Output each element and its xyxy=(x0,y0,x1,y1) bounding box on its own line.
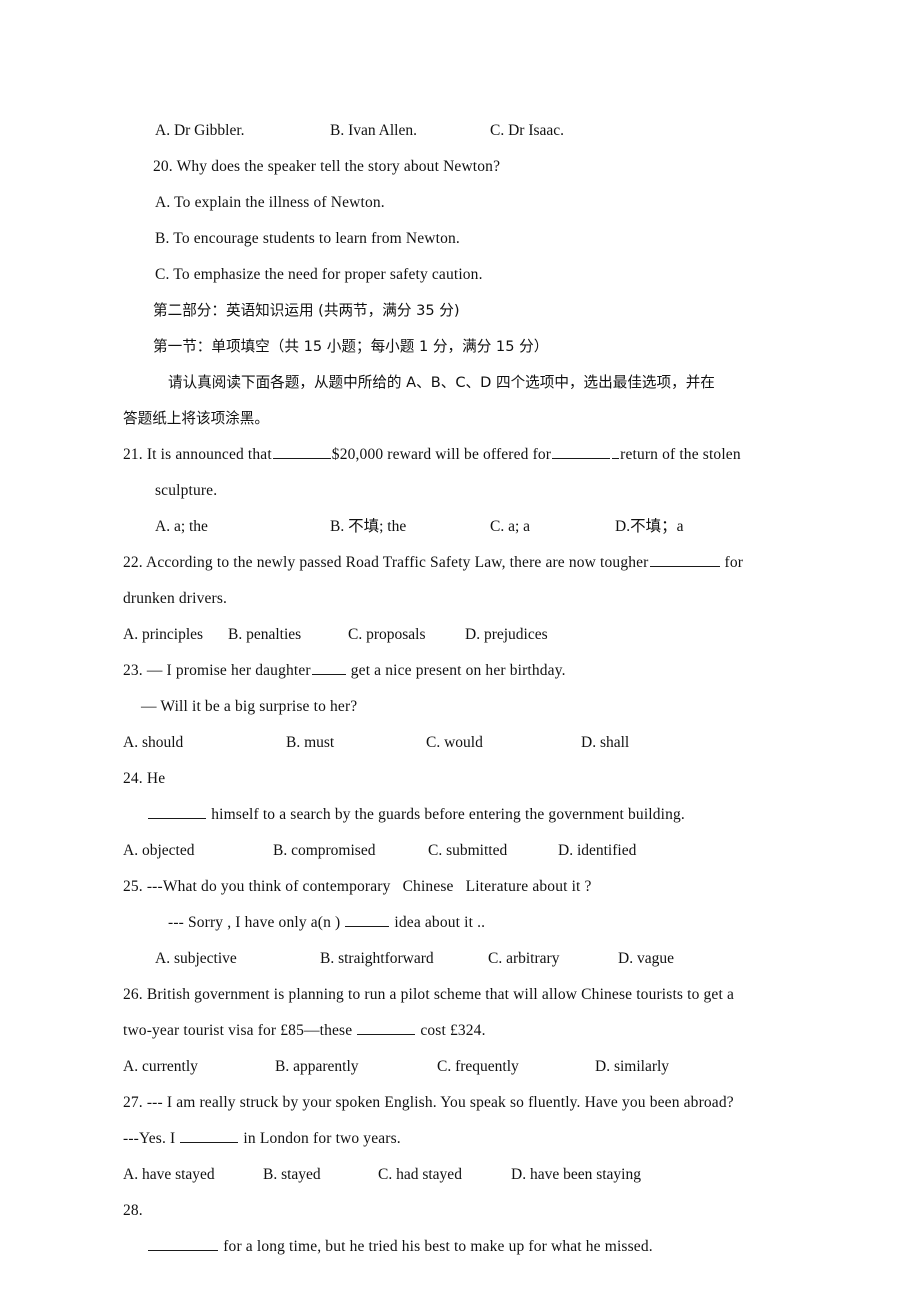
q21-option-d: D.不填；a xyxy=(615,518,684,535)
q20-stem: 20. Why does the speaker tell the story … xyxy=(153,158,501,175)
q26-stem: 26. British government is planning to ru… xyxy=(123,986,734,1003)
q24-option-c: C. submitted xyxy=(428,842,508,859)
q24-option-d: D. identified xyxy=(558,842,637,859)
q19-option-b: B. Ivan Allen. xyxy=(330,122,417,139)
q21-blank-3[interactable] xyxy=(612,443,620,459)
q23-stem: 23. — I promise her daughter get a nice … xyxy=(123,653,783,689)
q24-option-b: B. compromised xyxy=(273,842,376,859)
q27-stem-part2a: ---Yes. I xyxy=(123,1130,176,1147)
section-one-heading-text: 第一节：单项填空（共 15 小题；每小题 1 分，满分 15 分） xyxy=(153,338,549,355)
q22-option-a: A. principles xyxy=(123,626,204,643)
instructions-line-1: 请认真阅读下面各题，从题中所给的 A、B、C、D 四个选项中，选出最佳选项，并在 xyxy=(138,365,783,401)
document-page: A. Dr Gibbler. B. Ivan Allen. C. Dr Isaac.… xyxy=(0,0,920,1302)
q24-stem: 24. He himself to a search by the guards… xyxy=(123,761,783,833)
q22-option-d: D. prejudices xyxy=(465,626,548,643)
q28-stem: 28. for a long time, but he tried his be… xyxy=(123,1193,783,1265)
q20-option-a: A. To explain the illness of Newton. xyxy=(155,194,385,211)
q27-options-row: A. have stayed B. stayed C. had stayed D. h… xyxy=(123,1157,783,1193)
document-body: A. Dr Gibbler. B. Ivan Allen. C. Dr Isaac.… xyxy=(123,113,783,1265)
q22-stem-continuation: drunken drivers. xyxy=(123,590,228,607)
q22-stem-part1: 22. According to the newly passed Road T… xyxy=(123,554,649,571)
q28-stem-part1: 28. xyxy=(123,1202,143,1219)
instructions-line-2-text: 答题纸上将该项涂黑。 xyxy=(123,410,269,427)
instructions-line-2: 答题纸上将该项涂黑。 xyxy=(123,401,783,437)
instructions-line-1-text: 请认真阅读下面各题，从题中所给的 A、B、C、D 四个选项中，选出最佳选项，并在 xyxy=(168,374,715,391)
q20-option-c: C. To emphasize the need for proper safe… xyxy=(155,266,483,283)
q21-options-row: A. a; the B. 不填; the C. a; a D.不填；a xyxy=(138,509,783,545)
q25-stem: 25. ---What do you think of contemporary… xyxy=(123,878,592,895)
q22-options-row: A. principles B. penalties C. proposals D. … xyxy=(123,617,783,653)
section-one-heading: 第一节：单项填空（共 15 小题；每小题 1 分，满分 15 分） xyxy=(138,329,783,365)
q21-option-b: B. 不填; the xyxy=(330,518,407,535)
q28-blank-1[interactable] xyxy=(148,1235,219,1251)
q26-option-d: D. similarly xyxy=(595,1058,670,1075)
q23-option-b: B. must xyxy=(286,734,335,751)
q26-options-row: A. currently B. apparently C. frequently D.… xyxy=(123,1049,783,1085)
q25-option-a: A. subjective xyxy=(155,950,237,967)
q19-options-row: A. Dr Gibbler. B. Ivan Allen. C. Dr Isaac. xyxy=(138,113,783,149)
q21-stem-continuation: sculpture. xyxy=(155,482,218,499)
q24-stem-part2: himself to a search by the guards before… xyxy=(211,806,685,823)
q24-options-row: A. objected B. compromised C. submitted D. … xyxy=(123,833,783,869)
q24-blank-1[interactable] xyxy=(148,803,207,819)
q26-blank-1[interactable] xyxy=(357,1019,416,1035)
q21-stem-part1: 21. It is announced that xyxy=(123,446,272,463)
q21-blank-1[interactable] xyxy=(272,443,331,459)
q26-stem-part2a: two-year tourist visa for £85—these xyxy=(123,1022,353,1039)
q26-option-a: A. currently xyxy=(123,1058,198,1075)
q25-options-row: A. subjective B. straightforward C. arbitr… xyxy=(138,941,783,977)
q27-option-a: A. have stayed xyxy=(123,1166,215,1183)
q22-stem: 22. According to the newly passed Road T… xyxy=(123,545,783,581)
q26-stem-part2b: cost £324. xyxy=(420,1022,486,1039)
q28-stem-part2: for a long time, but he tried his best t… xyxy=(223,1238,653,1255)
q27-stem-part2b: in London for two years. xyxy=(243,1130,401,1147)
q19-option-a: A. Dr Gibbler. xyxy=(155,122,245,139)
q27-option-b: B. stayed xyxy=(263,1166,321,1183)
q25-stem-part2b: idea about it .. xyxy=(394,914,486,931)
q23-option-d: D. shall xyxy=(581,734,630,751)
q24-stem-part1: 24. He xyxy=(123,770,166,787)
q25-stem-continuation: --- Sorry , I have only a(n ) idea about… xyxy=(138,905,783,941)
q23-stem-part2: get a nice present on her birthday. xyxy=(350,662,566,679)
q26-option-b: B. apparently xyxy=(275,1058,359,1075)
part-two-heading: 第二部分：英语知识运用 (共两节，满分 35 分) xyxy=(138,293,783,329)
q26-option-c: C. frequently xyxy=(437,1058,519,1075)
q27-option-d: D. have been staying xyxy=(511,1166,641,1183)
q25-option-b: B. straightforward xyxy=(320,950,434,967)
q27-option-c: C. had stayed xyxy=(378,1166,462,1183)
q25-stem-part2a: --- Sorry , I have only a(n ) xyxy=(168,914,341,931)
q19-option-c: C. Dr Isaac. xyxy=(490,122,565,139)
q21-blank-2[interactable] xyxy=(552,443,611,459)
q21-option-a: A. a; the xyxy=(155,518,208,535)
q22-stem-part2: for xyxy=(724,554,744,571)
q22-option-b: B. penalties xyxy=(228,626,302,643)
q20-option-b: B. To encourage students to learn from N… xyxy=(155,230,460,247)
q23-option-c: C. would xyxy=(426,734,483,751)
q22-option-c: C. proposals xyxy=(348,626,426,643)
q22-blank-1[interactable] xyxy=(649,551,720,567)
q21-stem: 21. It is announced that $20,000 reward w… xyxy=(123,437,783,473)
q25-option-d: D. vague xyxy=(618,950,674,967)
q27-stem-continuation: ---Yes. I in London for two years. xyxy=(123,1121,783,1157)
q21-stem-part2: $20,000 reward will be offered for xyxy=(331,446,552,463)
q21-stem-part3: return of the stolen xyxy=(620,446,741,463)
q23-options-row: A. should B. must C. would D. shall xyxy=(123,725,783,761)
q23-stem-part1: 23. — I promise her daughter xyxy=(123,662,311,679)
q26-stem-continuation: two-year tourist visa for £85—these cost… xyxy=(123,1013,783,1049)
q25-blank-1[interactable] xyxy=(345,911,390,927)
q27-blank-1[interactable] xyxy=(180,1127,239,1143)
q27-stem: 27. --- I am really struck by your spoke… xyxy=(123,1094,734,1111)
q23-option-a: A. should xyxy=(123,734,184,751)
q23-blank-1[interactable] xyxy=(311,659,346,675)
q21-option-c: C. a; a xyxy=(490,518,531,535)
q25-option-c: C. arbitrary xyxy=(488,950,560,967)
q23-stem-continuation: — Will it be a big surprise to her? xyxy=(141,698,358,715)
part-two-heading-text: 第二部分：英语知识运用 (共两节，满分 35 分) xyxy=(153,302,460,319)
q24-option-a: A. objected xyxy=(123,842,195,859)
